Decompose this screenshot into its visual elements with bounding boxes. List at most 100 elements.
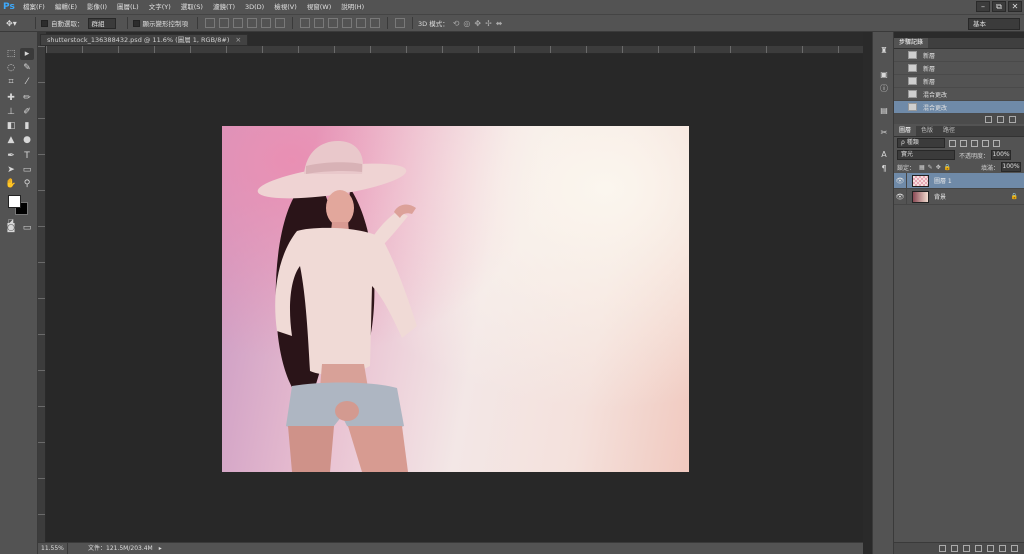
menu-edit[interactable]: 編輯(E) bbox=[50, 0, 82, 14]
history-item[interactable]: 混合更改 bbox=[894, 101, 1024, 114]
align-right-icon[interactable] bbox=[275, 18, 285, 28]
distribute-hcenter-icon[interactable] bbox=[356, 18, 366, 28]
new-document-from-state-icon[interactable] bbox=[985, 115, 992, 123]
restore-button[interactable]: ⧉ bbox=[992, 1, 1006, 12]
shape-filter-icon[interactable] bbox=[982, 139, 989, 147]
new-snapshot-icon[interactable] bbox=[997, 115, 1004, 123]
opacity-input[interactable]: 100% bbox=[991, 150, 1012, 160]
status-menu-arrow-icon[interactable]: ▸ bbox=[159, 543, 162, 554]
hand-tool-icon[interactable]: ✋ bbox=[4, 178, 18, 190]
history-item[interactable]: 新層 bbox=[894, 62, 1024, 75]
align-left-icon[interactable] bbox=[247, 18, 257, 28]
auto-select-checkbox[interactable] bbox=[41, 19, 48, 27]
history-brush-tool-icon[interactable]: ✐ bbox=[20, 106, 34, 118]
image-canvas[interactable] bbox=[222, 126, 689, 472]
delete-state-icon[interactable] bbox=[1009, 115, 1016, 123]
menu-type[interactable]: 文字(Y) bbox=[144, 0, 176, 14]
distribute-top-icon[interactable] bbox=[300, 18, 310, 28]
menu-help[interactable]: 說明(H) bbox=[336, 0, 369, 14]
eraser-tool-icon[interactable]: ◧ bbox=[4, 120, 18, 132]
layer-style-icon[interactable] bbox=[951, 545, 958, 552]
tool-presets-icon[interactable]: ✂ bbox=[878, 128, 890, 138]
align-vcenter-icon[interactable] bbox=[219, 18, 229, 28]
quick-select-tool-icon[interactable]: ✎ bbox=[20, 62, 34, 74]
fill-input[interactable]: 100% bbox=[1001, 162, 1021, 172]
pen-tool-icon[interactable]: ✒ bbox=[4, 150, 18, 162]
marquee-tool-icon[interactable]: ⬚ bbox=[4, 48, 18, 60]
new-group-icon[interactable] bbox=[987, 545, 994, 552]
align-hcenter-icon[interactable] bbox=[261, 18, 271, 28]
delete-layer-icon[interactable] bbox=[1011, 545, 1018, 552]
close-tab-icon[interactable]: × bbox=[235, 34, 241, 46]
new-layer-icon[interactable] bbox=[999, 545, 1006, 552]
menu-3d[interactable]: 3D(D) bbox=[240, 0, 269, 14]
distribute-left-icon[interactable] bbox=[342, 18, 352, 28]
paragraph-panel-icon[interactable]: ¶ bbox=[878, 164, 890, 174]
distribute-right-icon[interactable] bbox=[370, 18, 380, 28]
menu-layer[interactable]: 圖層(L) bbox=[112, 0, 144, 14]
tab-layers[interactable]: 圖層 bbox=[894, 126, 917, 136]
zoom-tool-icon[interactable]: ⚲ bbox=[20, 178, 34, 190]
link-layers-icon[interactable] bbox=[939, 545, 946, 552]
minimize-button[interactable]: – bbox=[976, 1, 990, 12]
zoom-level[interactable]: 11.55% bbox=[38, 543, 68, 554]
healing-brush-tool-icon[interactable]: ✚ bbox=[4, 92, 18, 104]
distribute-bottom-icon[interactable] bbox=[328, 18, 338, 28]
lock-icons[interactable]: ▦✎✥🔒 bbox=[919, 164, 954, 171]
brush-panel-icon[interactable]: ▤ bbox=[878, 106, 890, 116]
screen-mode-icon[interactable]: ▭ bbox=[20, 222, 34, 234]
add-mask-icon[interactable] bbox=[963, 545, 970, 552]
history-item[interactable]: 新層 bbox=[894, 75, 1024, 88]
tab-channels[interactable]: 色版 bbox=[916, 126, 938, 136]
history-item[interactable]: 新層 bbox=[894, 49, 1024, 62]
tab-history[interactable]: 步驟記錄 bbox=[894, 38, 929, 48]
pixel-filter-icon[interactable] bbox=[949, 139, 956, 147]
visibility-eye-icon[interactable]: 👁 bbox=[894, 188, 907, 205]
type-filter-icon[interactable] bbox=[971, 139, 978, 147]
crop-tool-icon[interactable]: ⌗ bbox=[4, 76, 18, 88]
workspace-dropdown[interactable]: 基本 bbox=[968, 18, 1020, 30]
history-panel-icon[interactable]: ♜ bbox=[878, 46, 890, 56]
path-selection-tool-icon[interactable]: ➤ bbox=[4, 164, 18, 176]
blur-tool-icon[interactable]: ▲ bbox=[4, 134, 18, 146]
show-transform-checkbox[interactable] bbox=[132, 19, 140, 27]
distribute-vcenter-icon[interactable] bbox=[314, 18, 324, 28]
lasso-tool-icon[interactable]: ◌ bbox=[4, 62, 18, 74]
blend-mode-dropdown[interactable]: 實光 bbox=[897, 150, 955, 160]
menu-view[interactable]: 檢視(V) bbox=[269, 0, 302, 14]
layer-kind-filter[interactable]: ρ 種類 bbox=[897, 138, 945, 148]
auto-select-dropdown[interactable]: 群組 bbox=[87, 17, 116, 29]
align-bottom-icon[interactable] bbox=[233, 18, 243, 28]
auto-align-icon[interactable] bbox=[395, 18, 405, 28]
menu-filter[interactable]: 濾鏡(T) bbox=[208, 0, 240, 14]
gradient-tool-icon[interactable]: ▮ bbox=[20, 120, 34, 132]
shape-tool-icon[interactable]: ▭ bbox=[20, 164, 34, 176]
layer-row[interactable]: 👁 背景 🔒 bbox=[894, 188, 1024, 205]
eyedropper-tool-icon[interactable]: ⁄ bbox=[20, 76, 34, 88]
menu-select[interactable]: 選取(S) bbox=[176, 0, 208, 14]
close-button[interactable]: ✕ bbox=[1008, 1, 1022, 12]
visibility-eye-icon[interactable]: 👁 bbox=[894, 172, 907, 189]
align-top-icon[interactable] bbox=[205, 18, 215, 28]
brush-tool-icon[interactable]: ✏ bbox=[20, 92, 34, 104]
history-item[interactable]: 混合更改 bbox=[894, 88, 1024, 101]
move-tool-icon[interactable]: ▸ bbox=[20, 48, 34, 60]
move-tool-preset-icon[interactable]: ✥▾ bbox=[0, 19, 30, 28]
3d-mode-icons[interactable]: ⟲◎✥✢⬌ bbox=[453, 19, 507, 28]
actions-panel-icon[interactable]: ▣ bbox=[878, 70, 890, 80]
adjustment-layer-icon[interactable] bbox=[975, 545, 982, 552]
dodge-tool-icon[interactable]: ● bbox=[20, 134, 34, 146]
layer-row[interactable]: 👁 圖層 1 bbox=[894, 172, 1024, 189]
smart-object-filter-icon[interactable] bbox=[993, 139, 1000, 147]
adjustment-filter-icon[interactable] bbox=[960, 139, 967, 147]
character-panel-icon[interactable]: A bbox=[878, 150, 890, 160]
menu-image[interactable]: 影像(I) bbox=[82, 0, 112, 14]
document-tab[interactable]: shutterstock_136388432.psd @ 11.6% (圖層 1… bbox=[40, 34, 249, 46]
info-panel-icon[interactable]: ⓘ bbox=[878, 84, 890, 94]
clone-stamp-tool-icon[interactable]: ⊥ bbox=[4, 106, 18, 118]
quick-mask-icon[interactable]: ◙ bbox=[4, 222, 18, 234]
menu-window[interactable]: 視窗(W) bbox=[302, 0, 337, 14]
tab-paths[interactable]: 路徑 bbox=[938, 126, 960, 136]
type-tool-icon[interactable]: T bbox=[20, 150, 34, 162]
menu-file[interactable]: 檔案(F) bbox=[18, 0, 50, 14]
